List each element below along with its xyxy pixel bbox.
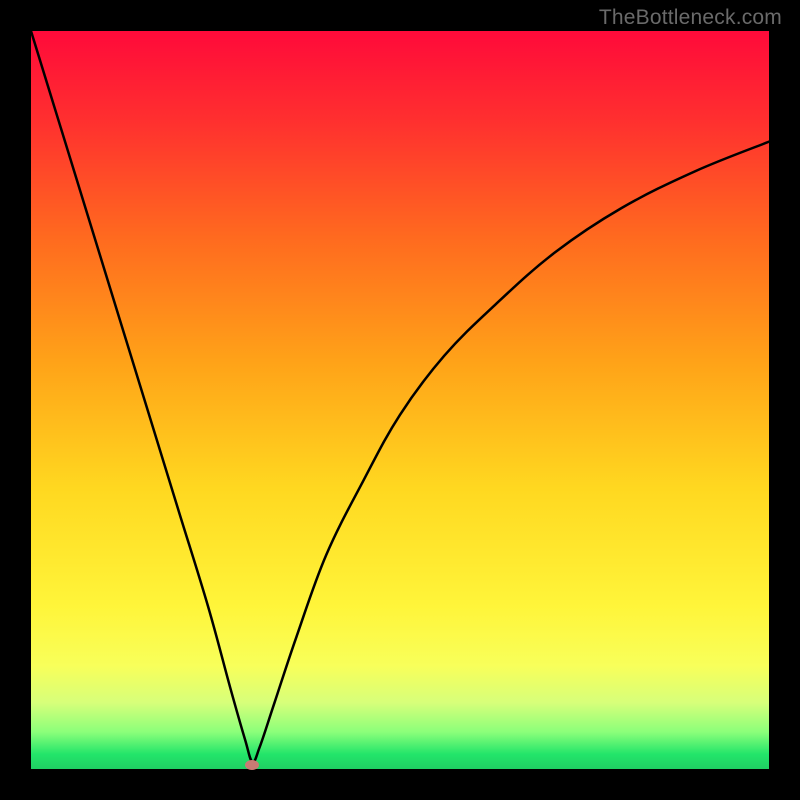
watermark-text: TheBottleneck.com	[599, 6, 782, 30]
optimal-point-marker	[245, 760, 259, 770]
chart-container: TheBottleneck.com	[0, 0, 800, 800]
bottleneck-curve	[31, 31, 769, 769]
plot-area	[31, 31, 769, 769]
